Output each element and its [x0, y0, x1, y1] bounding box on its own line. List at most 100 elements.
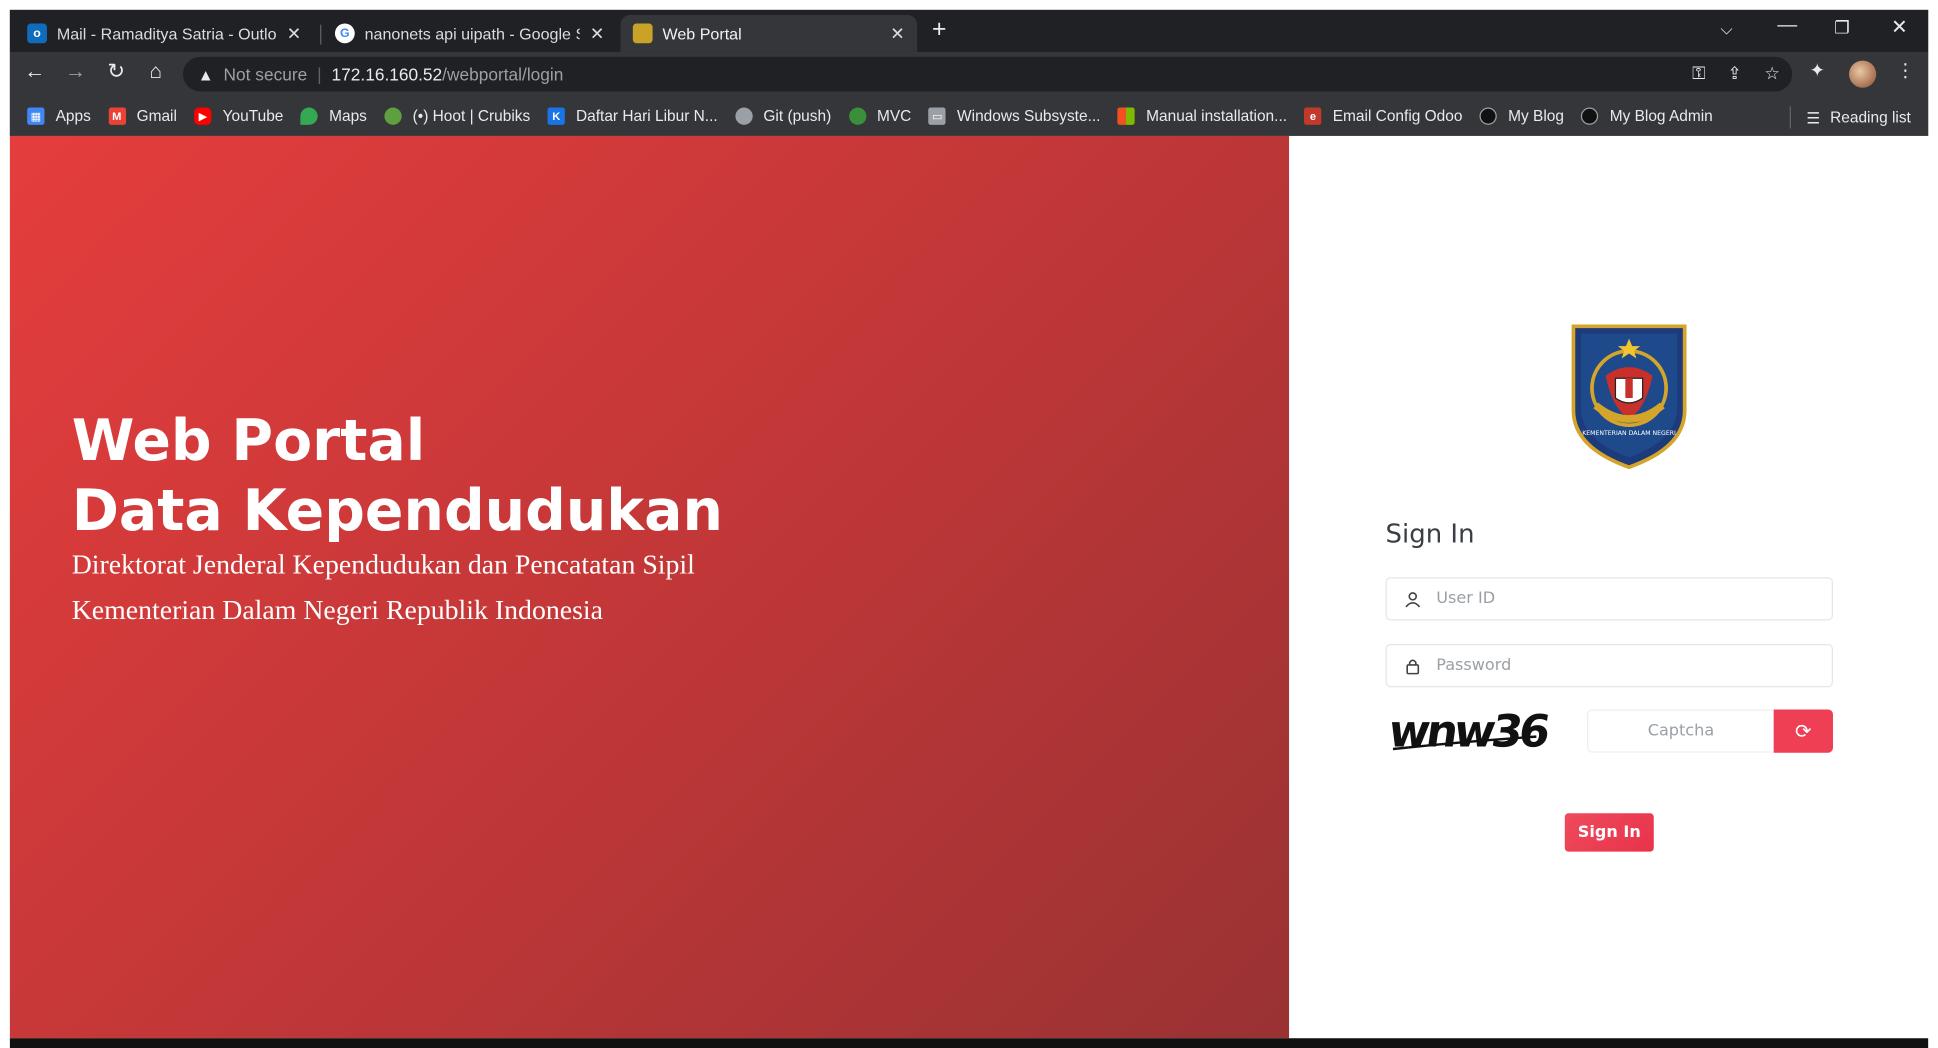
hero-title: Web Portal Data Kependudukan — [72, 405, 723, 546]
apps-grid-icon: ▦ — [27, 107, 45, 125]
emblem-caption: KEMENTERIAN DALAM NEGERI — [1582, 430, 1676, 437]
url-path: /webportal/login — [442, 64, 564, 85]
bookmark-label: YouTube — [222, 107, 284, 125]
monitor-icon: ▭ — [928, 107, 946, 125]
bookmark-gmail[interactable]: M Gmail — [108, 107, 177, 125]
share-icon[interactable]: ⇪ — [1728, 63, 1743, 84]
new-tab-button[interactable]: + — [932, 17, 946, 42]
bookmark-label: Email Config Odoo — [1332, 107, 1463, 125]
menu-icon[interactable]: ⋮ — [1896, 59, 1915, 82]
bookmark-youtube[interactable]: ▶ YouTube — [194, 107, 284, 125]
bookmark-label: MVC — [876, 107, 912, 125]
sign-in-button[interactable]: Sign In — [1564, 813, 1654, 852]
tab-title: Mail - Ramaditya Satria - Outlook — [56, 24, 277, 43]
home-button[interactable]: ⌂ — [141, 59, 171, 84]
bookmark-label: My Blog — [1508, 107, 1564, 125]
globe-icon — [734, 107, 753, 125]
refresh-captcha-button[interactable]: ⟳ — [1773, 709, 1833, 753]
password-field[interactable] — [1385, 643, 1833, 688]
key-icon[interactable]: ⚿ — [1692, 63, 1705, 84]
bookmark-label: Maps — [329, 107, 367, 125]
bookmark-maps[interactable]: Maps — [300, 107, 367, 125]
reload-button[interactable]: ↻ — [101, 59, 131, 84]
bookmark-label: Git (push) — [763, 107, 832, 125]
captcha-text: wnw36 — [1388, 705, 1549, 758]
close-tab-icon[interactable]: ✕ — [890, 23, 905, 44]
tab-strip: o Mail - Ramaditya Satria - Outlook ✕ G … — [9, 9, 1929, 52]
hero-title-line1: Web Portal — [71, 406, 426, 474]
blog-admin-icon — [1581, 107, 1599, 125]
window-bottom-edge — [9, 1038, 1929, 1048]
hero-subtitle-line1: Direktorat Jenderal Kependudukan dan Pen… — [71, 548, 695, 580]
bookmark-windows-subsystem[interactable]: ▭ Windows Subsyste... — [928, 107, 1101, 125]
maps-pin-icon — [300, 107, 318, 125]
bookmark-label: (•) Hoot | Crubiks — [412, 107, 531, 125]
tab-search-icon[interactable]: ⌵ — [1721, 20, 1733, 40]
hero-banner: Web Portal Data Kependudukan Direktorat … — [9, 135, 1290, 1039]
forward-button[interactable]: → — [61, 59, 91, 84]
bookmark-email-config-odoo[interactable]: e Email Config Odoo — [1304, 107, 1463, 125]
google-icon: G — [334, 23, 355, 44]
tab-google-search[interactable]: G nanonets api uipath - Google Search ✕ — [323, 15, 617, 52]
bookmark-label: Windows Subsyste... — [957, 107, 1101, 125]
bookmark-git-push[interactable]: Git (push) — [734, 107, 832, 125]
bookmark-hoot[interactable]: (•) Hoot | Crubiks — [384, 107, 531, 125]
restore-button[interactable]: ❐ — [1834, 17, 1850, 38]
password-input[interactable] — [1436, 656, 1808, 675]
bookmark-label: Apps — [55, 107, 91, 125]
extensions-icon[interactable]: ✦ — [1810, 59, 1826, 82]
reading-list-label: Reading list — [1830, 108, 1911, 127]
signin-heading: Sign In — [1385, 519, 1475, 549]
gmail-icon: M — [108, 107, 126, 125]
close-tab-icon[interactable]: ✕ — [287, 23, 302, 44]
hero-title-line2: Data Kependudukan — [71, 477, 723, 544]
bookmark-mvc[interactable]: MVC — [848, 107, 912, 125]
bookmark-apps[interactable]: ▦ Apps — [27, 107, 91, 125]
tab-title: Web Portal — [662, 24, 742, 43]
kemendagri-emblem-icon: KEMENTERIAN DALAM NEGERI — [1571, 324, 1687, 470]
toolbar: ← → ↻ ⌂ ▲ Not secure | 172.16.160.52 /we… — [9, 51, 1929, 97]
captcha-field[interactable] — [1587, 709, 1774, 753]
browser-chrome: o Mail - Ramaditya Satria - Outlook ✕ G … — [9, 9, 1929, 136]
close-tab-icon[interactable]: ✕ — [590, 23, 605, 44]
star-icon[interactable]: ☆ — [1764, 63, 1780, 84]
warning-icon[interactable]: ▲ — [198, 65, 214, 84]
address-bar[interactable]: ▲ Not secure | 172.16.160.52 /webportal/… — [182, 56, 1793, 92]
bookmark-label: Manual installation... — [1146, 107, 1288, 125]
bookmark-my-blog[interactable]: My Blog — [1479, 107, 1564, 125]
odoo-icon: e — [1304, 107, 1322, 125]
captcha-input[interactable] — [1588, 710, 1774, 752]
mvc-icon — [848, 107, 866, 125]
youtube-icon: ▶ — [194, 107, 212, 125]
page-content: Web Portal Data Kependudukan Direktorat … — [9, 135, 1929, 1039]
bookmark-manual-installation[interactable]: Manual installation... — [1117, 107, 1288, 125]
bookmark-daftar-hari-libur[interactable]: K Daftar Hari Libur N... — [547, 107, 718, 125]
minimize-button[interactable]: — — [1777, 15, 1797, 37]
user-id-input[interactable] — [1436, 589, 1808, 609]
microsoft-icon — [1117, 107, 1136, 125]
hoot-icon — [384, 107, 402, 125]
captcha-image: wnw36 — [1388, 705, 1549, 758]
close-window-button[interactable]: ✕ — [1891, 15, 1908, 40]
reading-list[interactable]: ☰ Reading list — [1790, 106, 1911, 129]
profile-avatar[interactable] — [1849, 60, 1877, 88]
security-status[interactable]: Not secure — [224, 64, 308, 84]
kalender-icon: K — [547, 107, 565, 125]
blog-icon — [1479, 107, 1498, 125]
lock-icon — [1406, 658, 1420, 674]
tab-title: nanonets api uipath - Google Search — [364, 24, 580, 43]
outlook-icon: o — [27, 23, 47, 44]
back-button[interactable]: ← — [20, 59, 50, 84]
refresh-icon: ⟳ — [1795, 721, 1812, 743]
url-divider: | — [317, 64, 322, 85]
tab-outlook[interactable]: o Mail - Ramaditya Satria - Outlook ✕ — [15, 15, 319, 52]
bookmark-divider — [1790, 106, 1792, 129]
web-portal-icon — [632, 23, 653, 44]
bookmark-my-blog-admin[interactable]: My Blog Admin — [1581, 107, 1713, 125]
login-panel: KEMENTERIAN DALAM NEGERI Sign In wnw36 — [1289, 135, 1929, 1039]
url-host: 172.16.160.52 — [331, 64, 443, 85]
tab-web-portal[interactable]: Web Portal ✕ — [620, 14, 918, 52]
user-icon — [1405, 591, 1421, 607]
reading-list-icon: ☰ — [1806, 109, 1821, 127]
user-id-field[interactable] — [1385, 577, 1833, 621]
